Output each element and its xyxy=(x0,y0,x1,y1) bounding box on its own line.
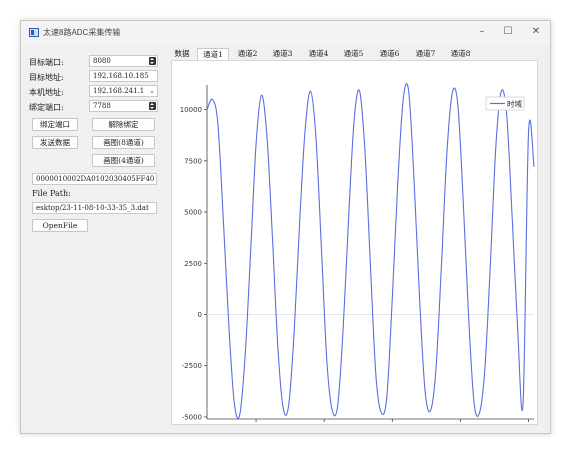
send-data-button[interactable]: 发送数据 xyxy=(32,136,78,149)
tab-channel-7[interactable]: 通道7 xyxy=(409,48,442,60)
local-addr-select[interactable]: 192.168.241.1 ⌄ xyxy=(89,85,158,97)
plot-4ch-button[interactable]: 画图(4通道) xyxy=(92,154,155,167)
plot-8ch-button[interactable]: 画图(8通道) xyxy=(92,136,155,149)
file-path-label: File Path: xyxy=(32,189,71,198)
legend-label: 时域 xyxy=(507,99,522,109)
time-domain-chart: 100007500500025000-2500-5000 19100191251… xyxy=(180,83,540,431)
tab-channel-8[interactable]: 通道8 xyxy=(444,48,477,60)
hex-data-input[interactable]: 0000010002DA0102030405FF40 xyxy=(32,173,157,185)
y-tick-label: 2500 xyxy=(184,260,202,268)
x-tick-label: 19100 xyxy=(245,423,267,424)
legend: 时域 xyxy=(485,96,525,111)
maximize-button[interactable]: ☐ xyxy=(497,25,519,39)
target-addr-value: 192.168.10.185 xyxy=(93,72,149,80)
bind-port-value: 7788 xyxy=(93,102,111,110)
hex-data-value: 0000010002DA0102030405FF40 xyxy=(36,175,155,183)
y-tick-label: -5000 xyxy=(182,413,202,421)
title-bar: 太速8路ADC采集传输 – ☐ ✕ xyxy=(21,21,550,45)
tab-channel-2[interactable]: 通道2 xyxy=(231,48,264,60)
file-path-input[interactable]: esktop/23-11-08-10-33-35_3.dat xyxy=(32,202,157,214)
tab-channel-5[interactable]: 通道5 xyxy=(337,48,370,60)
bind-port-spinbox[interactable]: 7788 xyxy=(89,100,158,112)
x-tick-label: 19200 xyxy=(517,423,537,424)
unbind-button[interactable]: 解除绑定 xyxy=(92,118,155,131)
tab-channel-6[interactable]: 通道6 xyxy=(373,48,406,60)
tab-channel-4[interactable]: 通道4 xyxy=(302,48,335,60)
window-title: 太速8路ADC采集传输 xyxy=(43,28,121,37)
target-port-label: 目标端口: xyxy=(29,58,64,67)
minimize-button[interactable]: – xyxy=(471,25,493,39)
app-window: 太速8路ADC采集传输 – ☐ ✕ 目标端口: 8080 目标地址: 192.1… xyxy=(20,20,551,434)
chevron-down-icon[interactable]: ⌄ xyxy=(149,86,155,96)
close-button[interactable]: ✕ xyxy=(525,25,547,39)
tab-channel-3[interactable]: 通道3 xyxy=(266,48,299,60)
target-port-value: 8080 xyxy=(93,57,111,65)
x-tick-label: 19175 xyxy=(449,423,471,424)
spin-arrows-icon[interactable] xyxy=(149,57,156,65)
local-addr-value: 192.168.241.1 xyxy=(93,87,145,95)
open-file-button[interactable]: OpenFile xyxy=(32,219,88,232)
y-tick-label: 7500 xyxy=(184,157,202,165)
x-tick-label: 19150 xyxy=(381,423,403,424)
x-tick-label: 19125 xyxy=(313,423,335,424)
bind-port-button[interactable]: 绑定端口 xyxy=(32,118,78,131)
target-port-spinbox[interactable]: 8080 xyxy=(89,55,158,67)
tab-channel-1[interactable]: 通道1 xyxy=(197,48,229,60)
chart-panel: 100007500500025000-2500-5000 19100191251… xyxy=(171,60,540,431)
y-tick-label: 5000 xyxy=(184,209,202,217)
y-tick-label: -2500 xyxy=(182,362,202,370)
local-addr-label: 本机地址: xyxy=(29,88,64,97)
target-addr-label: 目标地址: xyxy=(29,73,64,82)
target-addr-input[interactable]: 192.168.10.185 xyxy=(89,70,158,82)
y-tick-label: 0 xyxy=(198,311,202,319)
plot-area xyxy=(206,83,535,419)
x-axis: 19100 19125 19150 19175 19200 xyxy=(207,418,540,431)
file-path-value: esktop/23-11-08-10-33-35_3.dat xyxy=(36,204,149,212)
spin-arrows-icon[interactable] xyxy=(149,102,156,110)
y-tick-label: 10000 xyxy=(180,106,202,114)
app-icon xyxy=(29,28,39,37)
y-axis: 10000 7500 5000 2500 0 -2500 -5000 xyxy=(180,85,208,421)
bind-port-label: 绑定端口: xyxy=(29,103,64,112)
tab-data[interactable]: 数据 xyxy=(171,48,193,60)
